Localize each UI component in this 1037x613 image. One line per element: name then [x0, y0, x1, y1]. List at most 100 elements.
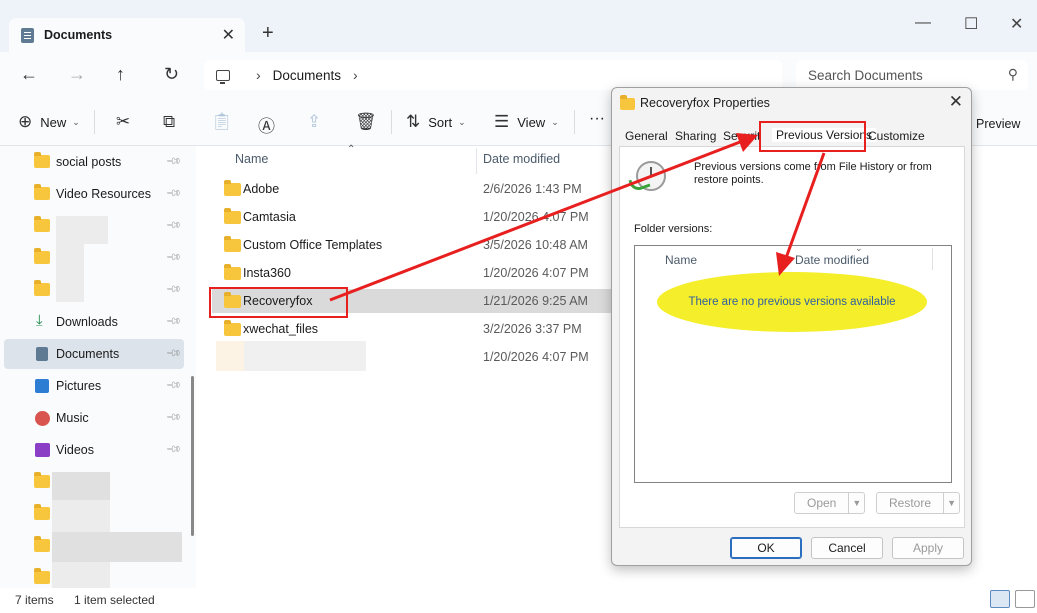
table-row[interactable]: xwechat_files 3/2/2026 3:37 PM [212, 317, 612, 341]
paste-button[interactable]: 📋︎ [211, 112, 241, 132]
address-bar[interactable]: › Documents › [204, 60, 782, 90]
redacted-label [56, 216, 108, 244]
minimize-button[interactable]: — [915, 14, 931, 32]
folder-versions-list[interactable]: Name ⌄ Date modified There are no previo… [634, 243, 952, 483]
navigation-pane: social posts 📌︎ Video Resources 📌︎ 📌︎ 📌︎… [0, 146, 196, 588]
info-text: Previous versions come from File History… [694, 161, 932, 186]
table-row[interactable]: 1/20/2026 4:07 PM [212, 341, 612, 371]
redacted-icon [216, 341, 244, 371]
table-row[interactable]: Insta360 1/20/2026 4:07 PM [212, 261, 612, 285]
search-input[interactable]: Search Documents ⚲ [796, 60, 1028, 90]
refresh-icon[interactable]: ↻ [164, 64, 179, 85]
cut-button[interactable]: ✂ [116, 112, 138, 132]
chevron-down-icon[interactable]: ▼ [848, 493, 864, 513]
sidebar-scrollbar[interactable] [191, 376, 194, 536]
redacted-label [52, 562, 110, 588]
more-options-button[interactable]: ··· [589, 110, 605, 128]
tab-general[interactable]: General [625, 129, 668, 143]
scissors-icon: ✂ [116, 112, 131, 131]
sidebar-item-label: Pictures [56, 379, 102, 393]
column-divider[interactable] [476, 148, 477, 174]
annotation-box-previous-versions [759, 121, 866, 152]
back-icon[interactable]: ← [20, 64, 38, 85]
sort-icon: ⇅ [406, 112, 421, 131]
sidebar-item-label: social posts [56, 155, 122, 169]
rename-button[interactable]: Ⓐ [258, 112, 283, 137]
sidebar-item-redacted[interactable]: 📌︎ [4, 243, 184, 273]
maximize-button[interactable]: ☐ [964, 14, 978, 34]
table-row[interactable]: Camtasia 1/20/2026 4:07 PM [212, 205, 612, 229]
column-header-name[interactable]: Name [235, 152, 268, 166]
column-header-name[interactable]: Name [665, 253, 697, 267]
preview-button[interactable]: Preview [976, 117, 1020, 131]
table-row[interactable]: Custom Office Templates 3/5/2026 10:48 A… [212, 233, 612, 257]
chevron-down-icon: ⌄ [72, 116, 80, 127]
file-date: 2/6/2026 1:43 PM [483, 182, 582, 196]
sidebar-item-downloads[interactable]: ⤓ Downloads 📌︎ [4, 307, 184, 337]
divider [94, 110, 95, 134]
new-button[interactable]: ⊕ New ⌄ [18, 112, 80, 132]
sidebar-item-redacted[interactable]: 📌︎ [4, 275, 184, 305]
folder-icon [224, 208, 241, 224]
sidebar-item-videos[interactable]: Videos 📌︎ [4, 435, 184, 465]
pin-icon: 📌︎ [165, 281, 183, 298]
new-tab-button[interactable]: + [262, 22, 274, 45]
tab-title: Documents [44, 28, 113, 42]
close-window-button[interactable]: ✕ [1010, 14, 1023, 34]
tab-documents[interactable]: Documents ✕ [9, 18, 245, 52]
breadcrumb-chevron-icon[interactable]: › [353, 67, 358, 83]
up-icon[interactable]: ↑ [116, 64, 125, 85]
plus-circle-icon: ⊕ [18, 112, 33, 131]
tab-sharing[interactable]: Sharing [675, 129, 716, 143]
clipboard-icon: 📋︎ [211, 112, 233, 131]
breadcrumb[interactable]: Documents [273, 68, 341, 83]
folder-icon [34, 184, 50, 200]
file-date: 1/20/2026 4:07 PM [483, 266, 589, 280]
restore-label: Restore [889, 496, 932, 510]
view-button[interactable]: ☰ View ⌄ [494, 112, 559, 132]
divider [391, 110, 392, 134]
close-icon[interactable]: ✕ [949, 92, 963, 112]
pin-icon: 📌︎ [165, 313, 183, 330]
folder-icon [224, 180, 241, 196]
view-icon: ☰ [494, 112, 510, 131]
share-button[interactable]: ⇪ [307, 112, 329, 132]
sidebar-item-documents[interactable]: Documents 📌︎ [4, 339, 184, 369]
pin-icon: 📌︎ [165, 153, 183, 170]
sort-button[interactable]: ⇅ Sort ⌄ [406, 112, 466, 132]
sidebar-item-label: Music [56, 411, 89, 425]
details-view-icon[interactable] [990, 590, 1010, 608]
tab-close-icon[interactable]: ✕ [222, 25, 235, 45]
cancel-button[interactable]: Cancel [811, 537, 883, 559]
sort-ascending-icon: ⌃ [347, 144, 356, 155]
column-header-date[interactable]: Date modified [483, 152, 560, 166]
search-placeholder: Search Documents [808, 67, 923, 83]
chevron-down-icon[interactable]: ▼ [943, 493, 959, 513]
sidebar-item-music[interactable]: Music 📌︎ [4, 403, 184, 433]
empty-state-highlight: There are no previous versions available [657, 272, 927, 332]
sidebar-item-social-posts[interactable]: social posts 📌︎ [4, 147, 184, 177]
open-button[interactable]: Open ▼ [794, 492, 866, 514]
tiles-view-icon[interactable] [1015, 590, 1035, 608]
column-divider[interactable] [932, 248, 933, 270]
sidebar-item-video-resources[interactable]: Video Resources 📌︎ [4, 179, 184, 209]
restore-button[interactable]: Restore ▼ [876, 492, 961, 514]
tab-security[interactable]: Security [723, 129, 759, 143]
ok-button[interactable]: OK [730, 537, 802, 559]
dialog-title: Recoveryfox Properties [640, 96, 770, 110]
forward-icon[interactable]: → [68, 64, 86, 85]
file-name: Camtasia [243, 210, 296, 224]
tab-customize[interactable]: Customize [868, 129, 925, 143]
chevron-down-icon: ⌄ [551, 116, 559, 127]
table-row[interactable]: Adobe 2/6/2026 1:43 PM [212, 177, 612, 201]
copy-button[interactable]: ⧉ [163, 112, 183, 132]
redacted-label [52, 472, 110, 500]
delete-button[interactable]: 🗑︎ [355, 112, 385, 132]
column-header-date[interactable]: Date modified [795, 253, 869, 267]
chevron-down-icon: ⌄ [458, 116, 466, 127]
breadcrumb-chevron-icon[interactable]: › [256, 67, 261, 83]
apply-button[interactable]: Apply [892, 537, 964, 559]
share-icon: ⇪ [307, 112, 322, 131]
sidebar-item-pictures[interactable]: Pictures 📌︎ [4, 371, 184, 401]
folder-icon [34, 280, 50, 296]
